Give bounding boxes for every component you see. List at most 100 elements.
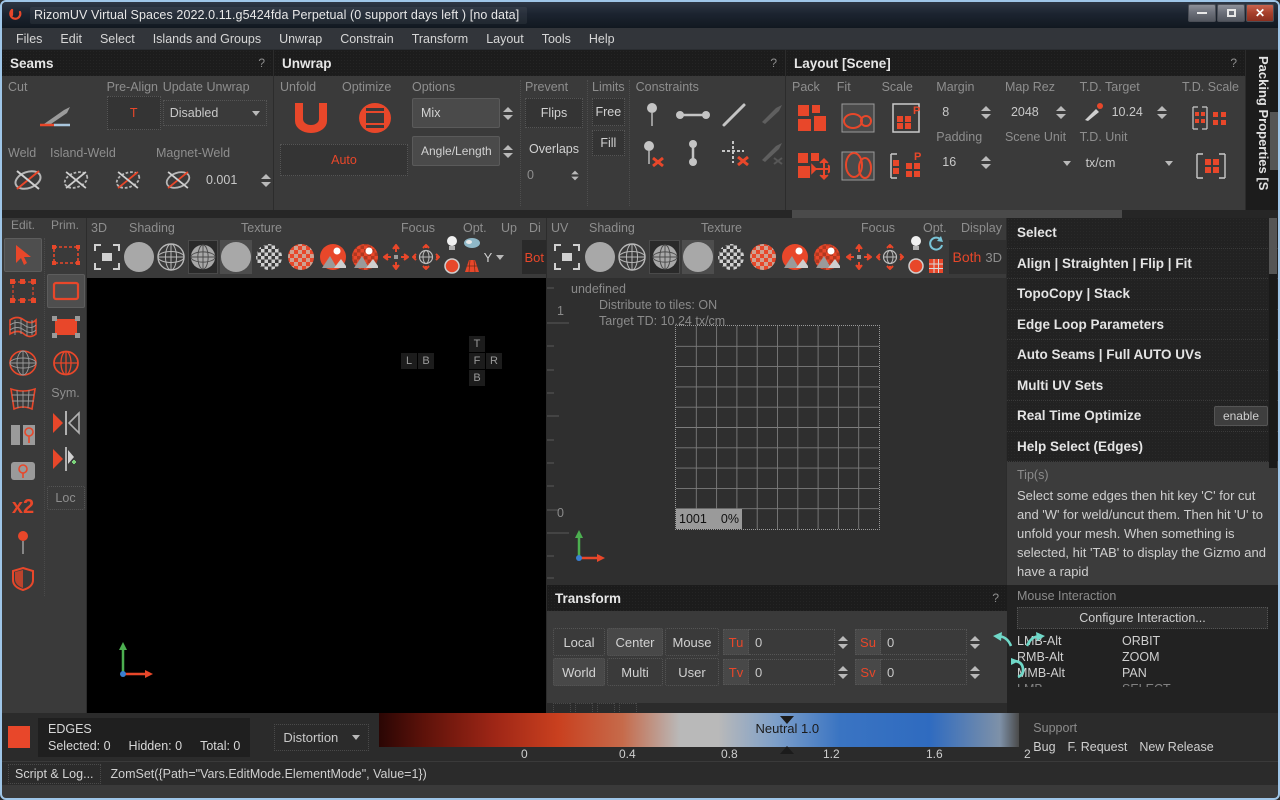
- texture-image-checker-icon[interactable]: [350, 242, 380, 272]
- frame-all-uv-icon[interactable]: [551, 244, 583, 270]
- transform-sv-value[interactable]: 0: [881, 659, 967, 685]
- options-anglelength-stepper[interactable]: [500, 145, 516, 158]
- transform-sv-stepper[interactable]: [967, 666, 983, 679]
- uv-shading-solid-wire-icon[interactable]: [649, 240, 679, 274]
- packing-properties-tab[interactable]: Packing Properties [S: [1246, 50, 1278, 210]
- up-axis-select[interactable]: Y: [484, 250, 521, 265]
- uv-tile-grid[interactable]: 1001 0%: [675, 325, 880, 530]
- grid-floor-icon[interactable]: [463, 257, 481, 280]
- script-and-log-button[interactable]: Script & Log...: [8, 764, 101, 784]
- texture-uv-checker-icon[interactable]: [286, 242, 316, 272]
- magnet-weld-button[interactable]: [156, 160, 200, 200]
- margin-stepper[interactable]: [978, 106, 994, 119]
- td-unit-select[interactable]: tx/cm: [1080, 150, 1179, 176]
- reset-arrow-icon[interactable]: [1007, 657, 1031, 684]
- optimize-button[interactable]: [342, 94, 408, 142]
- view-left[interactable]: L: [401, 353, 417, 369]
- undo-arrow-icon[interactable]: [991, 630, 1015, 655]
- view-right[interactable]: R: [486, 353, 502, 369]
- menu-unwrap[interactable]: Unwrap: [271, 30, 330, 48]
- map-rez-value[interactable]: 2048: [1005, 98, 1053, 126]
- shading-wire-icon[interactable]: [156, 242, 186, 272]
- scene-unit-select[interactable]: [1005, 150, 1077, 176]
- focus-selection-icon[interactable]: [382, 244, 410, 270]
- td-target-stepper[interactable]: [1154, 106, 1170, 119]
- pre-align-toggle[interactable]: T: [107, 96, 161, 130]
- view-front[interactable]: F: [469, 353, 485, 369]
- transform-help-icon[interactable]: ?: [992, 591, 999, 605]
- view-back[interactable]: B: [418, 353, 434, 369]
- rect-outline-icon[interactable]: [47, 274, 85, 308]
- redo-arrow-icon[interactable]: [1023, 630, 1047, 655]
- menu-help[interactable]: Help: [581, 30, 623, 48]
- weld-button[interactable]: [8, 160, 48, 200]
- magnet-weld-stepper[interactable]: [258, 174, 274, 187]
- symmetry-mirror-icon[interactable]: [47, 406, 85, 440]
- rp-real-time-optimize[interactable]: Real Time Optimize enable: [1007, 401, 1278, 432]
- cut-button[interactable]: [8, 94, 105, 138]
- menu-files[interactable]: Files: [8, 30, 50, 48]
- menu-select[interactable]: Select: [92, 30, 143, 48]
- constraint-brush-icon[interactable]: [756, 96, 788, 134]
- island-weld-button[interactable]: [50, 160, 102, 200]
- right-panel-scrollbar[interactable]: [1269, 218, 1277, 468]
- padding-stepper[interactable]: [978, 156, 994, 169]
- uv-texture-image-checker-icon[interactable]: [812, 242, 842, 272]
- menu-edit[interactable]: Edit: [52, 30, 90, 48]
- td-scale-alt-button[interactable]: [1182, 142, 1239, 190]
- menu-layout[interactable]: Layout: [478, 30, 532, 48]
- island-cut-icon[interactable]: [4, 418, 42, 452]
- maximize-button[interactable]: [1217, 4, 1245, 22]
- dir-value[interactable]: Bot: [522, 240, 546, 274]
- transform-mode-local[interactable]: Local: [553, 628, 605, 656]
- top-horizontal-scrollbar[interactable]: [2, 210, 1278, 218]
- shading-flat-icon[interactable]: [124, 242, 154, 272]
- uv-tile-badge[interactable]: 1001 0%: [676, 509, 742, 529]
- view-bottom[interactable]: B: [469, 370, 485, 386]
- texture-none-icon[interactable]: [220, 240, 251, 274]
- display-mode-group[interactable]: Both 3D: [949, 240, 1006, 274]
- transform-su[interactable]: Su 0: [855, 629, 967, 655]
- distortion-select[interactable]: Distortion: [274, 724, 369, 751]
- scale-td-button[interactable]: P: [882, 142, 934, 190]
- fit-stretch-button[interactable]: [837, 142, 879, 190]
- close-button[interactable]: ✕: [1246, 4, 1274, 22]
- uv-texture-image-icon[interactable]: [780, 242, 810, 272]
- margin-value[interactable]: 8: [936, 98, 978, 126]
- prevent-stepper[interactable]: [569, 170, 581, 180]
- fit-button[interactable]: [837, 94, 879, 142]
- rect-filled-icon[interactable]: [47, 310, 85, 344]
- magnet-weld-value[interactable]: 0.001: [200, 166, 258, 194]
- minimize-button[interactable]: [1188, 4, 1216, 22]
- transform-mode-world[interactable]: World: [553, 658, 605, 686]
- focus-object-icon[interactable]: [411, 244, 441, 270]
- configure-interaction-button[interactable]: Configure Interaction...: [1017, 607, 1268, 629]
- display-both-label[interactable]: Both: [953, 249, 982, 265]
- real-time-optimize-enable-button[interactable]: enable: [1214, 406, 1268, 426]
- rp-topocopy-stack[interactable]: TopoCopy | Stack: [1007, 279, 1278, 310]
- constraint-edge-icon[interactable]: [674, 96, 712, 134]
- transform-mode-center[interactable]: Center: [607, 628, 663, 656]
- x2-icon[interactable]: x2: [4, 490, 42, 524]
- transform-su-value[interactable]: 0: [881, 629, 967, 655]
- constraint-diagonal-icon[interactable]: [718, 96, 750, 134]
- texture-toggle-icon[interactable]: [443, 257, 461, 280]
- uv-shading-wire-icon[interactable]: [617, 242, 647, 272]
- menu-tools[interactable]: Tools: [534, 30, 579, 48]
- uv-shading-flat-icon[interactable]: [585, 242, 615, 272]
- limits-free-toggle[interactable]: Free: [592, 98, 625, 126]
- layout-help-icon[interactable]: ?: [1230, 56, 1237, 70]
- island-stack-icon[interactable]: [4, 454, 42, 488]
- options-mix-stepper[interactable]: [500, 107, 516, 120]
- prevent-value[interactable]: 0: [525, 164, 567, 186]
- limits-fill-toggle[interactable]: Fill: [592, 130, 625, 156]
- rp-multi-uv-sets[interactable]: Multi UV Sets: [1007, 371, 1278, 402]
- pin-icon[interactable]: [4, 526, 42, 560]
- frame-all-3d-icon[interactable]: [91, 244, 122, 270]
- transform-mode-mouse[interactable]: Mouse: [665, 628, 719, 656]
- support-link-bug[interactable]: Bug: [1033, 740, 1055, 754]
- padding-value[interactable]: 16: [936, 148, 978, 176]
- map-rez-stepper[interactable]: [1053, 106, 1069, 119]
- transform-tu-stepper[interactable]: [835, 636, 851, 649]
- transform-mode-multi[interactable]: Multi: [607, 658, 663, 686]
